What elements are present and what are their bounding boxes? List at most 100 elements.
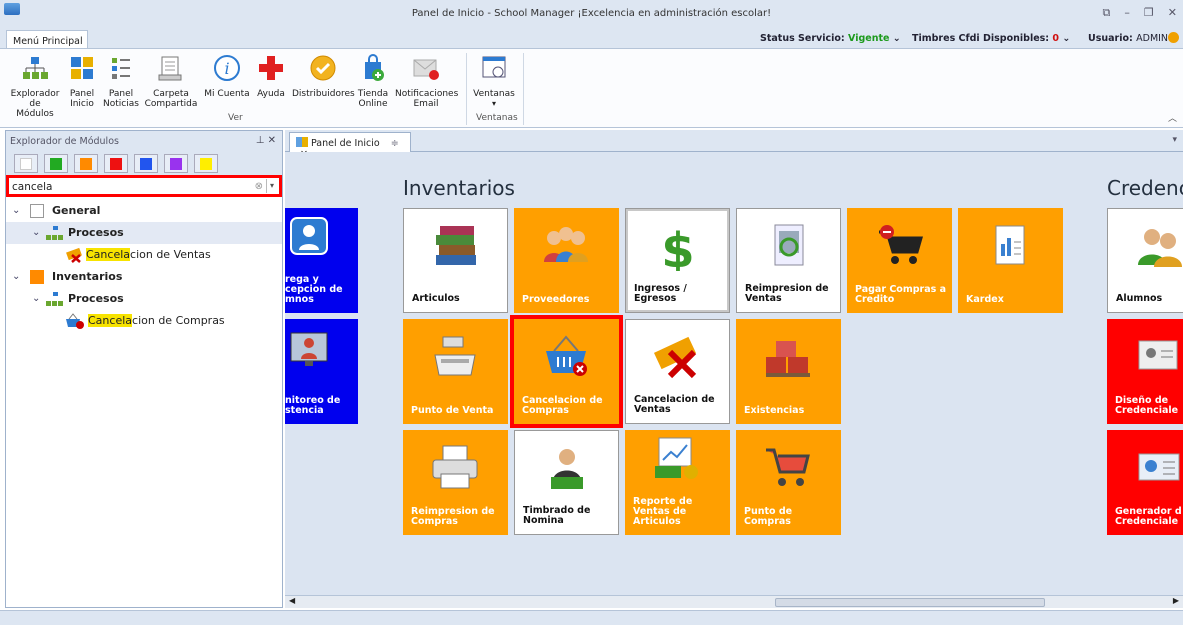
horizontal-scrollbar[interactable]: ◀ ▶ bbox=[285, 595, 1183, 608]
tile-label: Kardex bbox=[966, 294, 1004, 305]
category-color-icon bbox=[30, 204, 44, 218]
swatch-red[interactable] bbox=[104, 154, 128, 173]
panel-noticias-button[interactable]: Panel Noticias bbox=[101, 53, 141, 109]
ribbon-tabstrip: Menú Principal Status Servicio: Vigente … bbox=[0, 28, 1183, 50]
document-refresh-icon bbox=[774, 224, 804, 266]
swatch-green[interactable] bbox=[44, 154, 68, 173]
tile-monitoreo-asistencia[interactable]: nitoreo de stencia bbox=[285, 319, 358, 424]
tile-cancelacion-compras[interactable]: Cancelacion de Compras bbox=[510, 315, 623, 428]
basket-cancel-icon bbox=[66, 313, 84, 329]
notificaciones-email-label: Notificaciones Email bbox=[395, 89, 459, 109]
category-color-icon bbox=[30, 270, 44, 284]
pin-icon[interactable]: ≑ bbox=[391, 138, 399, 149]
explorador-button[interactable]: Explorador de Módulos bbox=[10, 53, 60, 119]
tile-existencias[interactable]: Existencias bbox=[736, 319, 841, 424]
carpeta-compartida-button[interactable]: Carpeta Compartida bbox=[142, 53, 200, 109]
ribbon-collapse-icon[interactable]: ︿ bbox=[1168, 111, 1177, 124]
tile-reimpresion-ventas[interactable]: Reimpresion de Ventas bbox=[736, 208, 841, 313]
explorer-title: Explorador de Módulos bbox=[10, 136, 119, 147]
tile-articulos[interactable]: Articulos bbox=[403, 208, 508, 313]
mi-cuenta-button[interactable]: i Mi Cuenta bbox=[204, 53, 250, 99]
user-avatar-icon[interactable] bbox=[1168, 32, 1179, 43]
cart-minus-icon bbox=[879, 225, 923, 264]
scroll-right-icon[interactable]: ▶ bbox=[1173, 596, 1179, 605]
panel-inicio-button[interactable]: Panel Inicio bbox=[62, 53, 102, 109]
tile-generador-credenciales[interactable]: Generador d Credenciale bbox=[1107, 430, 1183, 535]
cart-gift-icon bbox=[766, 448, 810, 486]
tree-item-cancelacion-compras[interactable]: Cancelacion de Compras bbox=[6, 310, 282, 332]
tab-menu-principal[interactable]: Menú Principal bbox=[6, 30, 88, 50]
tile-label: Cancelacion de Compras bbox=[522, 395, 603, 416]
tile-ingresos-egresos[interactable]: $ Ingresos / Egresos bbox=[625, 208, 730, 313]
swatch-blue[interactable] bbox=[134, 154, 158, 173]
tree-category-general[interactable]: ⌄ General bbox=[6, 200, 282, 222]
tree-group-procesos[interactable]: ⌄ Procesos bbox=[6, 222, 282, 244]
tree-category-inventarios[interactable]: ⌄ Inventarios bbox=[6, 266, 282, 288]
help-cross-icon bbox=[259, 56, 283, 80]
tile-pagar-compras-credito[interactable]: Pagar Compras a Credito bbox=[847, 208, 952, 313]
tree-item-cancelacion-ventas[interactable]: Cancelacion de Ventas bbox=[6, 244, 282, 266]
title-bar: Panel de Inicio - School Manager ¡Excele… bbox=[0, 0, 1183, 28]
clear-search-icon[interactable]: ⊗ bbox=[255, 181, 263, 192]
restore-icon[interactable]: ⧉ bbox=[1103, 6, 1111, 20]
distribuidores-label: Distribuidores bbox=[292, 89, 355, 99]
tile-label: nitoreo de stencia bbox=[285, 395, 341, 416]
tile-timbrado-nomina[interactable]: Timbrado de Nomina bbox=[514, 430, 619, 535]
sales-report-icon bbox=[655, 437, 698, 479]
tab-panel-inicio[interactable]: Panel de Inicio ≑ ✕ bbox=[289, 132, 411, 160]
tile-reimpresion-compras[interactable]: Reimpresion de Compras bbox=[403, 430, 508, 535]
ayuda-button[interactable]: Ayuda bbox=[254, 53, 288, 99]
timbres-status[interactable]: Timbres Cfdi Disponibles: 0 ⌄ bbox=[912, 33, 1070, 44]
ventanas-button[interactable]: Ventanas ▾ bbox=[472, 53, 516, 109]
tile-label: Punto de Venta bbox=[411, 405, 494, 416]
distribuidores-button[interactable]: Distribuidores bbox=[292, 53, 355, 99]
tile-alumnos[interactable]: Alumnos bbox=[1107, 208, 1183, 313]
ribbon: Explorador de Módulos Panel Inicio Panel… bbox=[0, 48, 1183, 128]
user-status[interactable]: Usuario: ADMIN ⌄ bbox=[1088, 33, 1179, 44]
tile-punto-compras[interactable]: Punto de Compras bbox=[736, 430, 841, 535]
color-filter-bar bbox=[6, 151, 282, 175]
tile-label: Proveedores bbox=[522, 294, 590, 305]
swatch-purple[interactable] bbox=[164, 154, 188, 173]
tile-reporte-ventas-articulos[interactable]: Reporte de Ventas de Articulos bbox=[625, 430, 730, 535]
chevron-down-icon[interactable]: ⌄ bbox=[32, 288, 40, 310]
carpeta-compartida-label: Carpeta Compartida bbox=[144, 89, 198, 109]
highlight-match: Cancela bbox=[86, 248, 131, 261]
search-input[interactable]: cancela bbox=[12, 181, 52, 193]
tile-label: Diseño de Credenciale bbox=[1115, 395, 1179, 416]
svg-text:i: i bbox=[224, 59, 229, 78]
tile-entrega-recepcion[interactable]: rega y cepcion de mnos bbox=[285, 208, 358, 313]
tile-punto-venta[interactable]: Punto de Venta bbox=[403, 319, 508, 424]
swatch-white[interactable] bbox=[14, 154, 38, 173]
scroll-thumb[interactable] bbox=[775, 598, 1045, 607]
tree-label: General bbox=[52, 204, 101, 217]
tile-kardex[interactable]: Kardex bbox=[958, 208, 1063, 313]
cash-register-icon bbox=[434, 336, 476, 376]
module-tree-icon bbox=[23, 57, 48, 79]
swatch-yellow[interactable] bbox=[194, 154, 218, 173]
tree-group-procesos[interactable]: ⌄ Procesos bbox=[6, 288, 282, 310]
tienda-online-button[interactable]: Tienda Online bbox=[357, 53, 389, 109]
chevron-down-icon[interactable]: ⌄ bbox=[12, 266, 20, 288]
pin-close-icons[interactable]: ⊥ ✕ bbox=[256, 135, 276, 146]
tab-list-chevron-icon[interactable]: ▾ bbox=[1172, 135, 1177, 145]
close-icon[interactable]: ✕ bbox=[1168, 6, 1177, 20]
tile-diseno-credenciales[interactable]: Diseño de Credenciale bbox=[1107, 319, 1183, 424]
chevron-down-icon[interactable]: ▾ bbox=[266, 179, 277, 193]
section-title-credenciales: Credenc bbox=[1107, 176, 1183, 200]
tile-label: rega y cepcion de mnos bbox=[285, 274, 343, 305]
tile-label: Generador d Credenciale bbox=[1115, 506, 1182, 527]
maximize-icon[interactable]: ❐ bbox=[1144, 6, 1154, 20]
businessman-money-icon bbox=[551, 449, 583, 489]
chevron-down-icon[interactable]: ⌄ bbox=[12, 200, 20, 222]
svg-text:$: $ bbox=[661, 223, 694, 271]
chevron-down-icon[interactable]: ⌄ bbox=[32, 222, 40, 244]
swatch-orange[interactable] bbox=[74, 154, 98, 173]
module-search-field[interactable]: cancela ⊗ ▾ bbox=[6, 175, 282, 197]
minimize-icon[interactable]: – bbox=[1124, 6, 1130, 20]
tile-proveedores[interactable]: Proveedores bbox=[514, 208, 619, 313]
scroll-left-icon[interactable]: ◀ bbox=[289, 596, 295, 605]
service-status[interactable]: Status Servicio: Vigente ⌄ bbox=[760, 33, 901, 44]
tile-cancelacion-ventas[interactable]: Cancelacion de Ventas bbox=[625, 319, 730, 424]
notificaciones-email-button[interactable]: Notificaciones Email bbox=[395, 53, 459, 109]
